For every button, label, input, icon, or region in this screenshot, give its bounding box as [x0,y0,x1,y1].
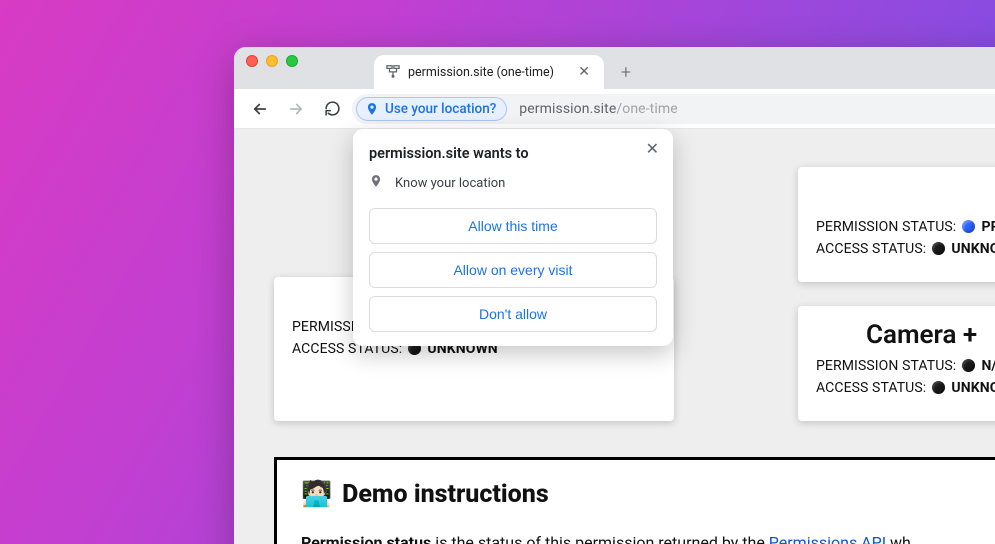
access-status-line: ACCESS STATUS: UNKNO [816,380,995,396]
tab-close-icon[interactable]: ✕ [576,64,592,80]
instructions-emoji-icon: 🧑🏻‍💻 [301,480,332,509]
instructions-heading: 🧑🏻‍💻 Demo instructions [301,480,995,509]
window-controls [246,47,298,89]
demo-instructions-box: 🧑🏻‍💻 Demo instructions Permission status… [274,457,995,544]
location-pin-icon [369,174,383,192]
permission-prompt-capability-row: Know your location [369,174,657,192]
permission-card-camera-mic[interactable]: Camera + PERMISSION STATUS: N/A ACCESS S… [798,306,995,421]
omnibox[interactable]: Use your location? permission.site/one-t… [352,94,995,124]
permission-status-line: PERMISSION STATUS: PR [816,219,995,235]
permissions-api-link[interactable]: Permissions API [769,533,886,544]
permission-card-camera[interactable]: Ca PERMISSION STATUS: PR ACCESS STATUS: … [798,167,995,282]
window-close-button[interactable] [246,55,258,67]
tab-favicon-icon [386,64,400,81]
card-title: Ca [816,181,995,211]
browser-toolbar: Use your location? permission.site/one-t… [234,89,995,129]
permission-capability-text: Know your location [395,176,505,191]
location-pin-icon [365,102,379,116]
permission-prompt-close-icon[interactable]: ✕ [642,137,663,160]
instructions-paragraph: Permission status is the status of this … [301,531,995,544]
status-dot-black-icon [932,242,945,255]
status-dot-blue-icon [962,220,975,233]
permission-status-line: PERMISSION STATUS: N/A [816,358,995,374]
url-path: /one-time [616,101,677,117]
reload-button[interactable] [316,93,348,125]
reload-icon [324,100,341,117]
browser-tab[interactable]: permission.site (one-time) ✕ [374,55,604,89]
arrow-right-icon [287,100,305,118]
url-host: permission.site [519,101,616,117]
window-minimize-button[interactable] [266,55,278,67]
new-tab-button[interactable]: + [612,58,640,86]
instructions-heading-text: Demo instructions [342,480,549,509]
browser-window: permission.site (one-time) ✕ + Use your … [234,47,995,544]
location-chip-label: Use your location? [385,101,496,117]
arrow-left-icon [251,100,269,118]
omnibox-url: permission.site/one-time [519,101,677,117]
desktop-background: permission.site (one-time) ✕ + Use your … [0,0,995,544]
tab-title: permission.site (one-time) [408,65,554,80]
tab-strip: permission.site (one-time) ✕ + [234,47,995,89]
allow-this-time-button[interactable]: Allow this time [369,208,657,244]
window-zoom-button[interactable] [286,55,298,67]
access-status-line: ACCESS STATUS: UNKNO [816,241,995,257]
permission-status-term: Permission status [301,533,431,544]
permission-prompt: ✕ permission.site wants to Know your loc… [353,129,673,346]
card-title: Camera + [816,320,995,350]
status-dot-black-icon [962,359,975,372]
back-button[interactable] [244,93,276,125]
right-card-column: Ca PERMISSION STATUS: PR ACCESS STATUS: … [798,167,995,421]
allow-on-every-visit-button[interactable]: Allow on every visit [369,252,657,288]
status-dot-black-icon [932,381,945,394]
dont-allow-button[interactable]: Don't allow [369,296,657,332]
forward-button [280,93,312,125]
permission-prompt-title: permission.site wants to [369,145,657,162]
location-permission-chip[interactable]: Use your location? [356,97,507,121]
